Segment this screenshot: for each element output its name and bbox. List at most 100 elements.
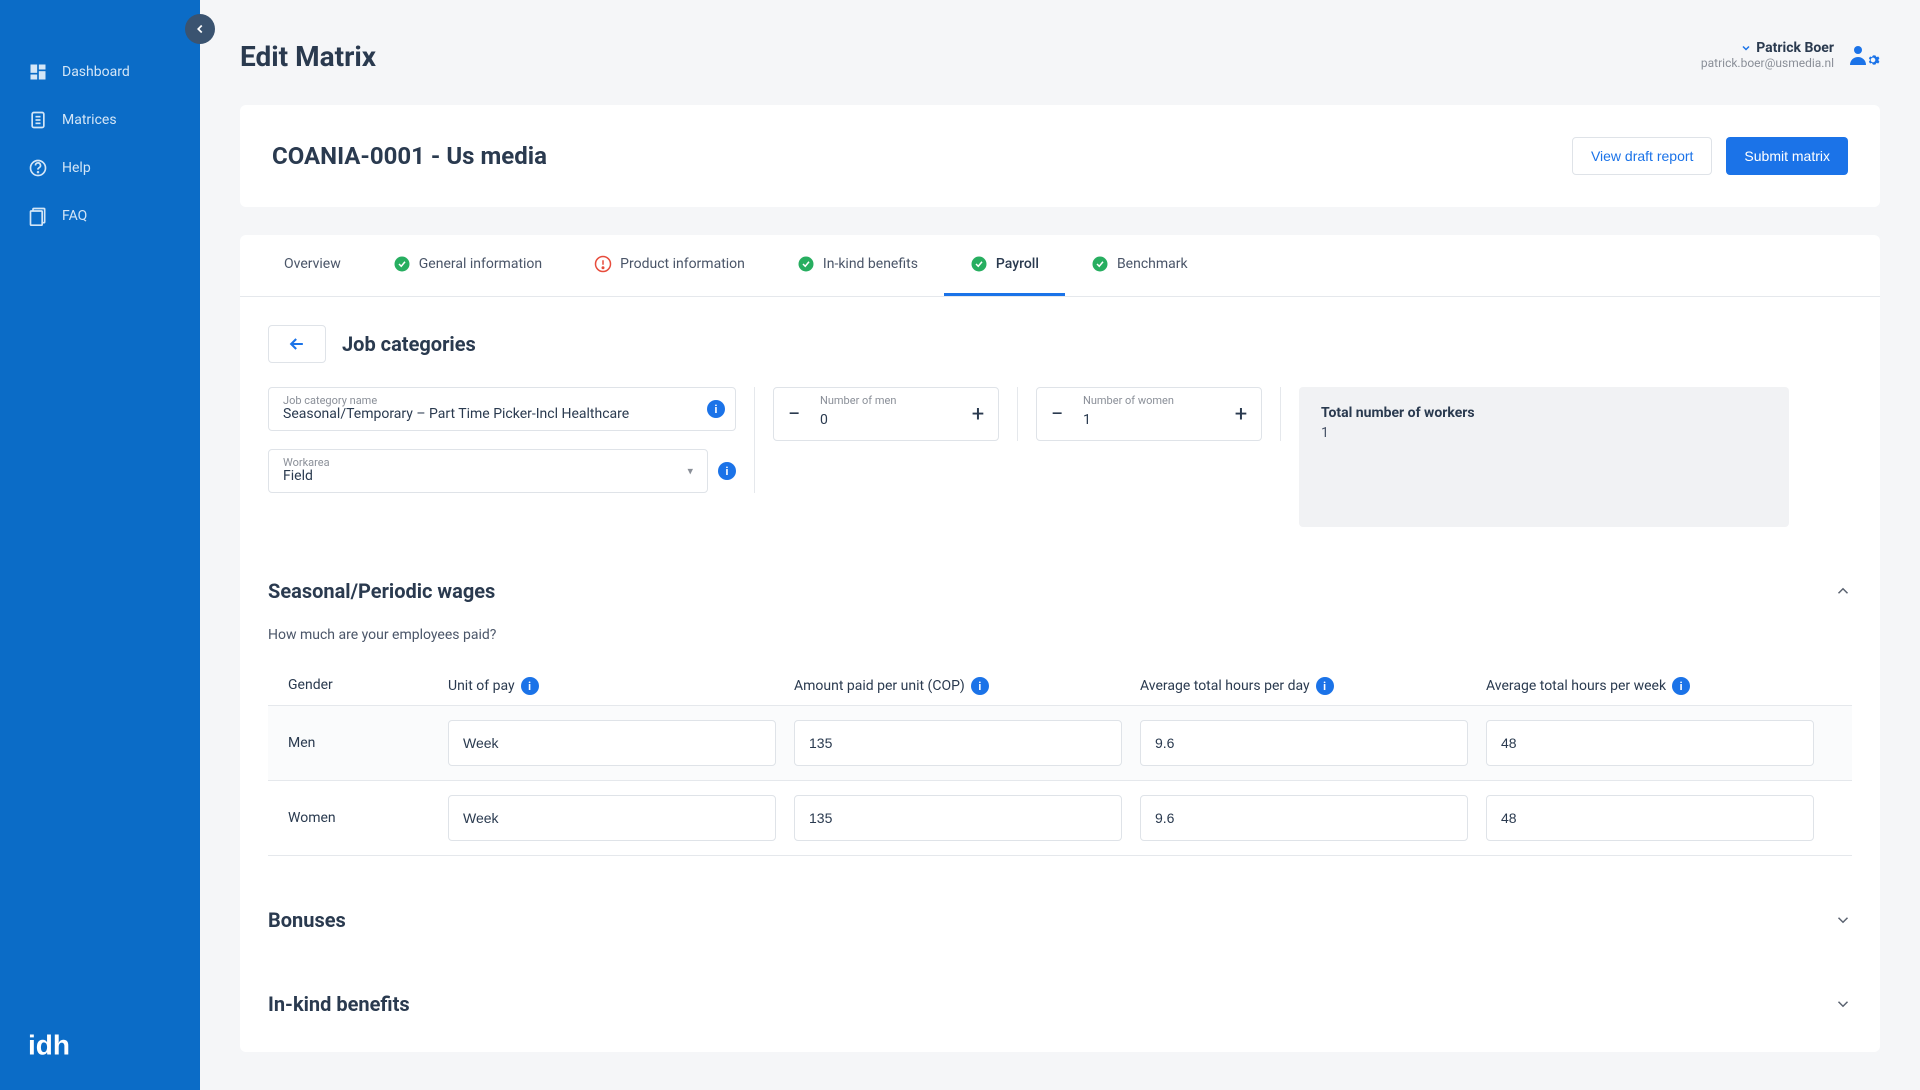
field-label: Workarea [283, 456, 330, 469]
hours-week-input[interactable] [1486, 795, 1814, 841]
plus-button[interactable]: + [1221, 388, 1261, 440]
tabs-card: Overview General information Product inf… [240, 235, 1880, 1052]
field-value: Field [283, 468, 693, 484]
arrow-left-icon [287, 334, 307, 354]
main-content: Edit Matrix Patrick Boer patrick.boer@us… [200, 0, 1920, 1090]
user-email: patrick.boer@usmedia.nl [1701, 56, 1834, 70]
tab-label: In-kind benefits [823, 256, 918, 272]
chevron-down-icon [1834, 995, 1852, 1013]
total-workers-box: Total number of workers 1 [1299, 387, 1789, 527]
tab-label: Overview [284, 256, 341, 272]
row-gender: Men [288, 735, 448, 751]
sidebar-nav: Dashboard Matrices Help FAQ [0, 0, 200, 240]
chevron-down-icon [1740, 42, 1752, 54]
tab-label: General information [419, 256, 542, 272]
women-stepper[interactable]: Number of women − 1 + [1036, 387, 1262, 441]
inkind-section-toggle[interactable]: In-kind benefits [268, 992, 1852, 1016]
info-icon[interactable]: i [707, 400, 725, 418]
wages-section-toggle[interactable]: Seasonal/Periodic wages [268, 579, 1852, 603]
unit-input[interactable] [448, 795, 776, 841]
sidebar: Dashboard Matrices Help FAQ idh [0, 0, 200, 1090]
logo: idh [0, 998, 200, 1090]
wages-desc: How much are your employees paid? [268, 627, 1852, 643]
help-icon [28, 158, 48, 178]
row-gender: Women [288, 810, 448, 826]
matrix-title-card: COANIA-0001 - Us media View draft report… [240, 105, 1880, 207]
sidebar-collapse-button[interactable] [185, 14, 215, 44]
info-icon[interactable]: i [718, 462, 736, 480]
wage-row: Women [268, 781, 1852, 856]
men-stepper[interactable]: Number of men − 0 + [773, 387, 999, 441]
nav-faq[interactable]: FAQ [0, 192, 200, 240]
dashboard-icon [28, 62, 48, 82]
tab-product[interactable]: Product information [568, 235, 771, 296]
matrix-title: COANIA-0001 - Us media [272, 142, 547, 170]
hours-day-input[interactable] [1140, 795, 1468, 841]
nav-dashboard[interactable]: Dashboard [0, 48, 200, 96]
field-label: Job category name [283, 394, 377, 407]
tab-overview[interactable]: Overview [258, 235, 367, 296]
page-header: Edit Matrix Patrick Boer patrick.boer@us… [240, 0, 1880, 105]
nav-label: FAQ [62, 208, 87, 224]
info-icon[interactable]: i [1316, 677, 1334, 695]
nav-label: Dashboard [62, 64, 130, 80]
info-icon[interactable]: i [971, 677, 989, 695]
col-unit: Unit of pay [448, 678, 515, 694]
plus-button[interactable]: + [958, 388, 998, 440]
alert-circle-icon [594, 255, 612, 273]
section-title: Job categories [342, 332, 476, 356]
back-button[interactable] [268, 325, 326, 363]
field-label: Number of men [820, 394, 896, 407]
total-label: Total number of workers [1321, 405, 1767, 421]
nav-label: Help [62, 160, 91, 176]
tab-payroll[interactable]: Payroll [944, 235, 1065, 296]
user-menu[interactable]: Patrick Boer patrick.boer@usmedia.nl [1701, 40, 1880, 70]
tab-general[interactable]: General information [367, 235, 568, 296]
gear-icon[interactable] [1866, 53, 1880, 67]
view-draft-button[interactable]: View draft report [1572, 137, 1712, 175]
chevron-down-icon [1834, 911, 1852, 929]
wages-table: Gender Unit of pay i Amount paid per unit… [268, 667, 1852, 856]
inkind-title: In-kind benefits [268, 992, 410, 1016]
col-gender: Gender [288, 677, 448, 695]
user-name: Patrick Boer [1756, 40, 1834, 56]
minus-button[interactable]: − [774, 388, 814, 440]
hours-day-input[interactable] [1140, 720, 1468, 766]
bonuses-section-toggle[interactable]: Bonuses [268, 908, 1852, 932]
unit-input[interactable] [448, 720, 776, 766]
clipboard-icon [28, 110, 48, 130]
field-value: Seasonal/Temporary – Part Time Picker-In… [283, 406, 721, 422]
tab-label: Payroll [996, 256, 1039, 272]
tabs: Overview General information Product inf… [240, 235, 1880, 297]
col-hours-day: Average total hours per day [1140, 678, 1310, 694]
field-label: Number of women [1083, 394, 1174, 407]
svg-text:idh: idh [28, 1029, 70, 1060]
page-title: Edit Matrix [240, 40, 376, 73]
col-amount: Amount paid per unit (COP) [794, 678, 965, 694]
faq-icon [28, 206, 48, 226]
nav-matrices[interactable]: Matrices [0, 96, 200, 144]
bonuses-title: Bonuses [268, 908, 346, 932]
amount-input[interactable] [794, 795, 1122, 841]
submit-matrix-button[interactable]: Submit matrix [1726, 137, 1848, 175]
tab-benchmark[interactable]: Benchmark [1065, 235, 1214, 296]
wage-row: Men [268, 706, 1852, 781]
total-value: 1 [1321, 425, 1767, 441]
amount-input[interactable] [794, 720, 1122, 766]
nav-help[interactable]: Help [0, 144, 200, 192]
minus-button[interactable]: − [1037, 388, 1077, 440]
check-circle-icon [1091, 255, 1109, 273]
tab-label: Benchmark [1117, 256, 1188, 272]
info-icon[interactable]: i [1672, 677, 1690, 695]
check-circle-icon [797, 255, 815, 273]
tab-label: Product information [620, 256, 745, 272]
hours-week-input[interactable] [1486, 720, 1814, 766]
chevron-up-icon [1834, 582, 1852, 600]
tab-inkind[interactable]: In-kind benefits [771, 235, 944, 296]
nav-label: Matrices [62, 112, 117, 128]
workarea-select[interactable]: Workarea Field [268, 449, 708, 493]
col-hours-week: Average total hours per week [1486, 678, 1666, 694]
job-category-name-field[interactable]: Job category name Seasonal/Temporary – P… [268, 387, 736, 431]
arrow-left-icon [193, 22, 207, 36]
info-icon[interactable]: i [521, 677, 539, 695]
